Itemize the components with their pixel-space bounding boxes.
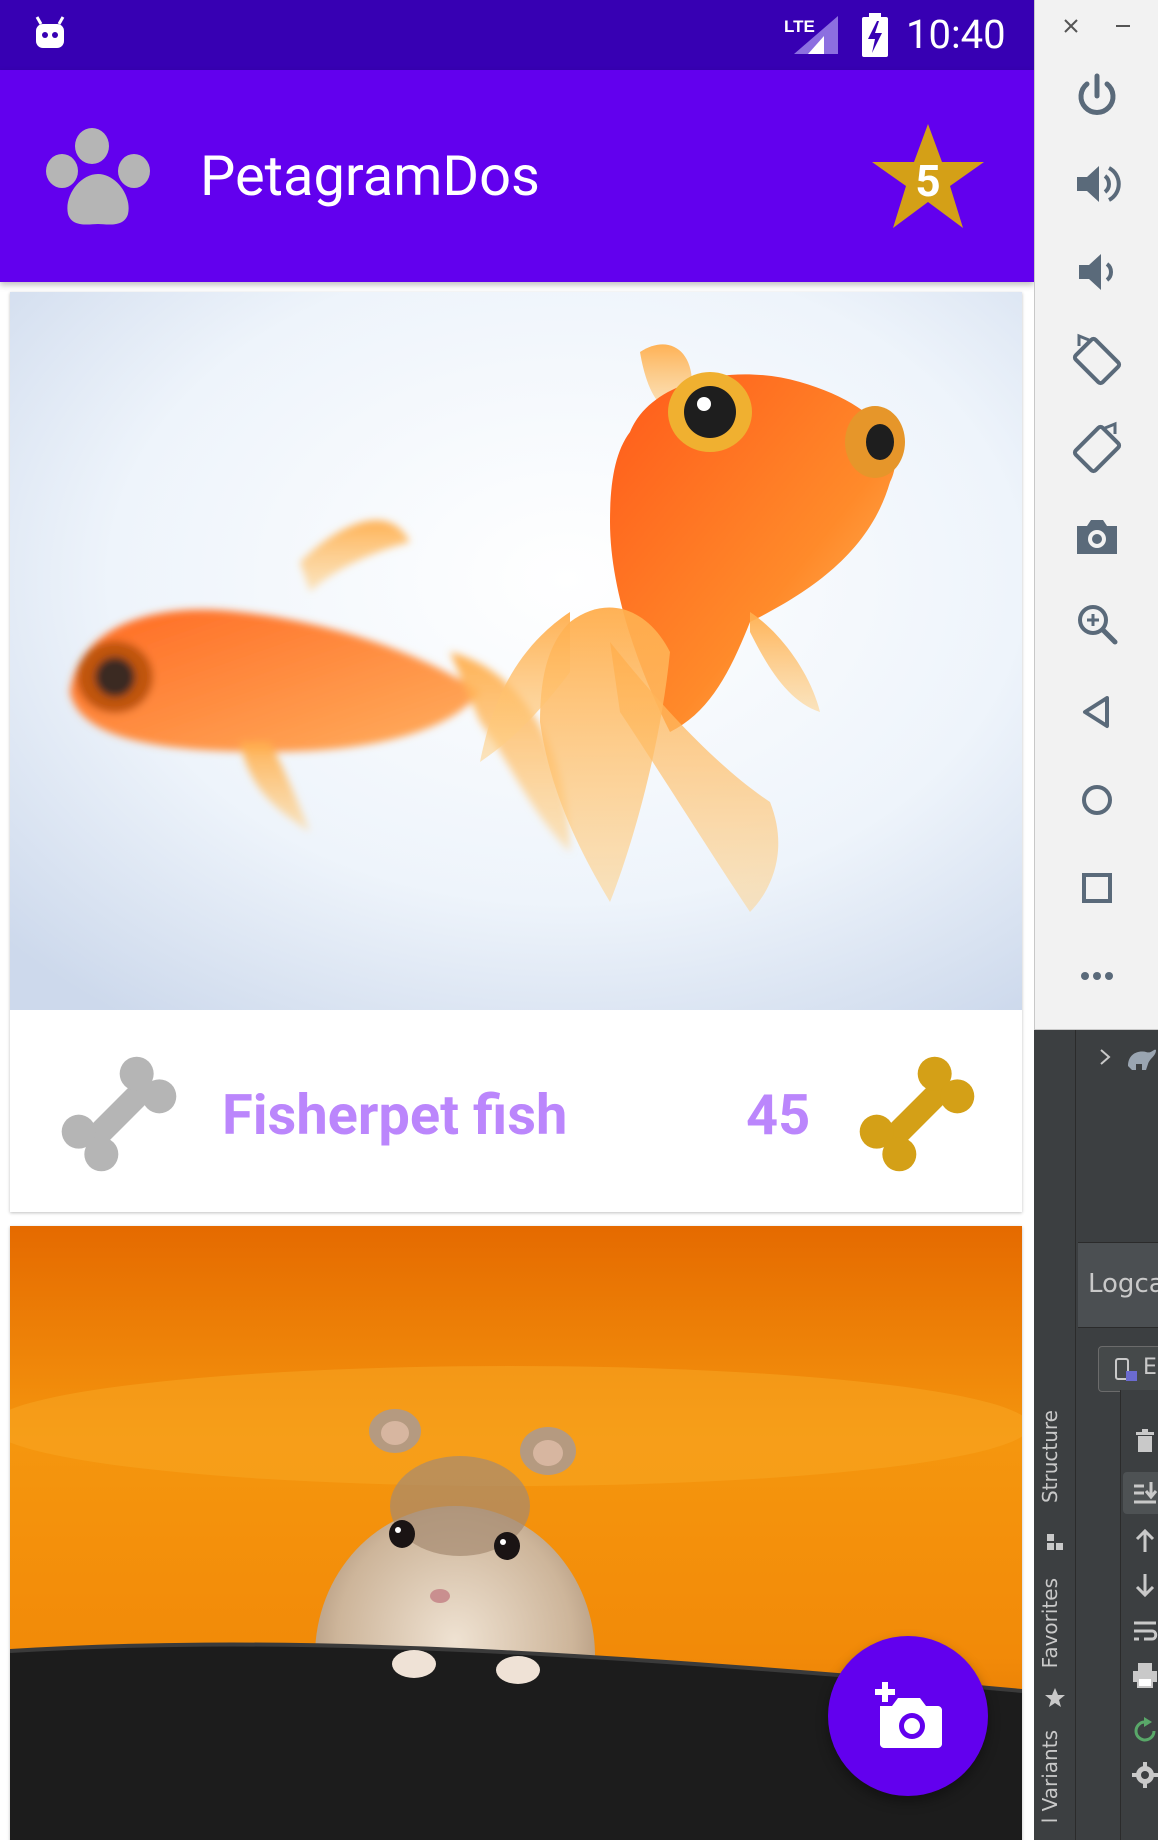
trash-icon[interactable] (1130, 1426, 1158, 1456)
lte-signal-icon: LTE (784, 16, 838, 54)
structure-tab[interactable]: Structure (1038, 1410, 1072, 1503)
ide-tool-window-strip: Structure Favorites l Variants (1034, 1030, 1076, 1840)
rotate-left-icon[interactable] (1069, 332, 1125, 388)
rotate-right-icon[interactable] (1069, 420, 1125, 476)
add-photo-camera-icon (875, 1682, 942, 1748)
favorites-count: 5 (915, 155, 941, 207)
back-icon[interactable] (1069, 684, 1125, 740)
logcat-tab[interactable]: Logca (1078, 1242, 1158, 1328)
status-bar: LTE 10:40 (0, 0, 1034, 70)
emulator-toolbar (1034, 0, 1158, 1030)
build-variants-tab[interactable]: l Variants (1038, 1730, 1072, 1823)
device-icon (1115, 1358, 1137, 1381)
pet-name: Fisherpet fish (222, 1082, 568, 1148)
battery-charging-icon (862, 13, 888, 57)
arrow-up-icon[interactable] (1130, 1526, 1158, 1556)
volume-down-icon[interactable] (1069, 244, 1125, 300)
pet-feed-list[interactable]: Fisherpet fish 45 (0, 282, 1034, 1840)
bone-icon[interactable] (58, 1054, 180, 1174)
device-selector-label: E (1143, 1355, 1157, 1380)
android-emulator-screen: LTE 10:40 PetagramDos 5 Fisherpet fish 4… (0, 0, 1034, 1840)
star-icon (1045, 1688, 1065, 1707)
device-selector[interactable]: E (1098, 1346, 1158, 1392)
android-debug-icon (35, 16, 65, 48)
gradle-icon[interactable] (1124, 1044, 1158, 1072)
chevron-right-icon[interactable] (1094, 1046, 1116, 1068)
logcat-toolbar (1120, 1390, 1158, 1840)
home-icon[interactable] (1069, 772, 1125, 828)
goldfish-photo (10, 292, 1022, 1010)
android-studio-panel: Structure Favorites l Variants Logca E (1034, 1030, 1158, 1840)
overview-icon[interactable] (1069, 860, 1125, 916)
status-time: 10:40 (906, 11, 1006, 58)
logcat-tab-label: Logca (1088, 1269, 1158, 1299)
minimize-icon[interactable] (1111, 14, 1135, 38)
gear-icon[interactable] (1130, 1760, 1158, 1790)
paw-icon (46, 128, 150, 225)
structure-icon (1047, 1534, 1063, 1550)
app-title: PetagramDos (200, 143, 540, 209)
more-options-icon[interactable] (1069, 948, 1125, 1004)
favorites-tab[interactable]: Favorites (1038, 1578, 1072, 1668)
volume-up-icon[interactable] (1069, 156, 1125, 212)
pet-card: Fisherpet fish 45 (10, 292, 1022, 1212)
soft-wrap-icon[interactable] (1130, 1616, 1158, 1646)
scroll-to-end-icon[interactable] (1130, 1478, 1158, 1508)
goldfish-illustration (10, 292, 1022, 1010)
screenshot-camera-icon[interactable] (1069, 508, 1125, 564)
bone-icon (859, 1056, 975, 1172)
network-type-label: LTE (784, 17, 815, 36)
app-bar: PetagramDos 5 (0, 70, 1034, 282)
arrow-down-icon[interactable] (1130, 1570, 1158, 1600)
zoom-in-icon[interactable] (1069, 596, 1125, 652)
add-photo-fab[interactable] (828, 1636, 988, 1796)
pet-like-count: 45 (746, 1082, 811, 1148)
pet-info-row: Fisherpet fish 45 (10, 1010, 1022, 1212)
screen: LTE 10:40 PetagramDos 5 Fisherpet fish 4… (0, 0, 1158, 1840)
close-icon[interactable] (1059, 14, 1083, 38)
favorites-star-button[interactable]: 5 (868, 122, 988, 232)
restart-icon[interactable] (1130, 1716, 1158, 1746)
power-icon[interactable] (1069, 68, 1125, 124)
print-icon[interactable] (1130, 1660, 1158, 1690)
